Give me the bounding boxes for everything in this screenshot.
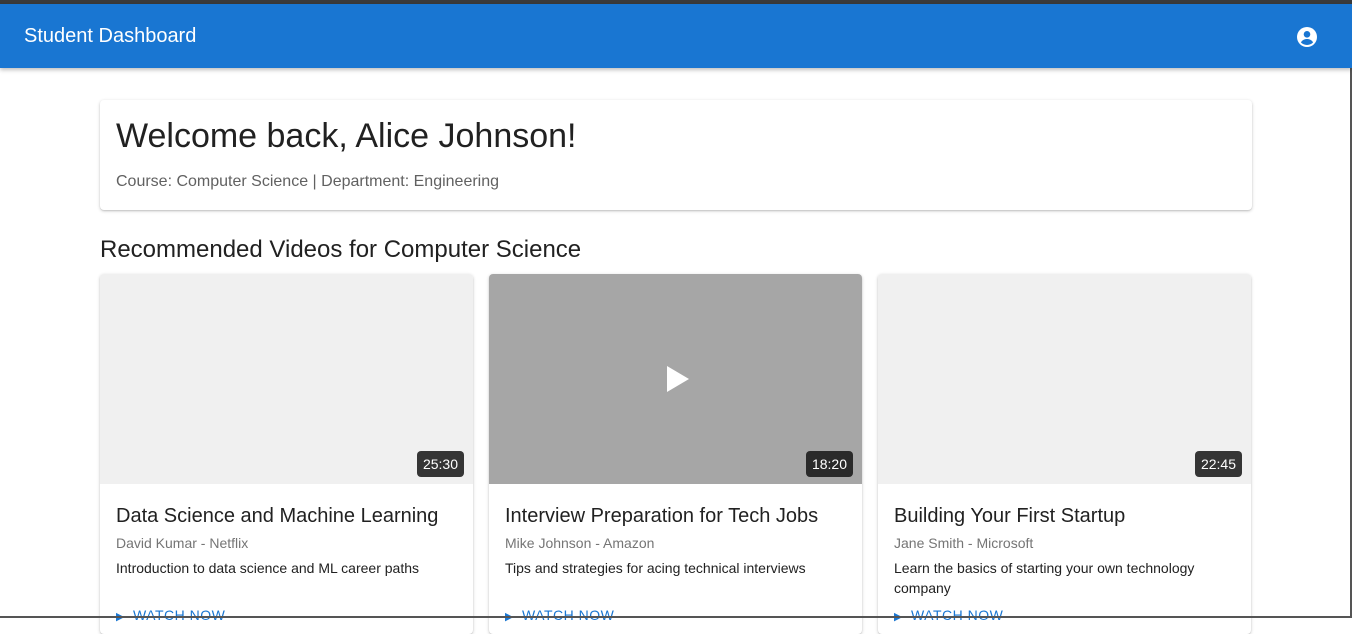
video-duration-badge: 18:20	[805, 451, 853, 477]
video-title: Building Your First Startup	[894, 505, 1126, 527]
video-author: Mike Johnson - Amazon	[505, 535, 655, 551]
video-author: David Kumar - Netflix	[116, 535, 249, 551]
video-description: Tips and strategies for acing technical …	[505, 560, 806, 576]
video-duration-badge: 22:45	[1194, 451, 1242, 477]
video-title: Interview Preparation for Tech Jobs	[505, 505, 819, 527]
video-duration-badge: 25:30	[416, 451, 464, 477]
account-circle-icon	[1297, 27, 1317, 47]
video-title: Data Science and Machine Learning	[116, 505, 439, 527]
video-card: 25:30 Data Science and Machine Learning …	[100, 274, 473, 634]
recommended-videos-heading: Recommended Videos for Computer Science	[100, 236, 582, 263]
watch-now-label: WATCH NOW	[521, 607, 615, 623]
video-thumbnail[interactable]: 22:45	[878, 274, 1251, 484]
play-icon	[667, 366, 689, 392]
welcome-heading: Welcome back, Alice Johnson!	[116, 117, 577, 155]
video-thumbnail[interactable]: 25:30	[100, 274, 473, 484]
video-description: Introduction to data science and ML care…	[116, 560, 419, 576]
course-department-info: Course: Computer Science | Department: E…	[116, 173, 500, 190]
welcome-card: Welcome back, Alice Johnson! Course: Com…	[100, 100, 1252, 210]
video-author: Jane Smith - Microsoft	[894, 535, 1034, 551]
video-description: Learn the basics of starting your own te…	[894, 560, 1195, 596]
video-thumbnail[interactable]: 18:20	[489, 274, 862, 484]
app-bar: Student Dashboard	[0, 4, 1352, 68]
app-title: Student Dashboard	[24, 25, 197, 47]
video-card: 22:45 Building Your First Startup Jane S…	[878, 274, 1251, 634]
account-button[interactable]	[1292, 22, 1322, 52]
watch-now-label: WATCH NOW	[910, 607, 1004, 623]
watch-now-label: WATCH NOW	[132, 607, 226, 623]
video-card: 18:20 Interview Preparation for Tech Job…	[489, 274, 862, 634]
